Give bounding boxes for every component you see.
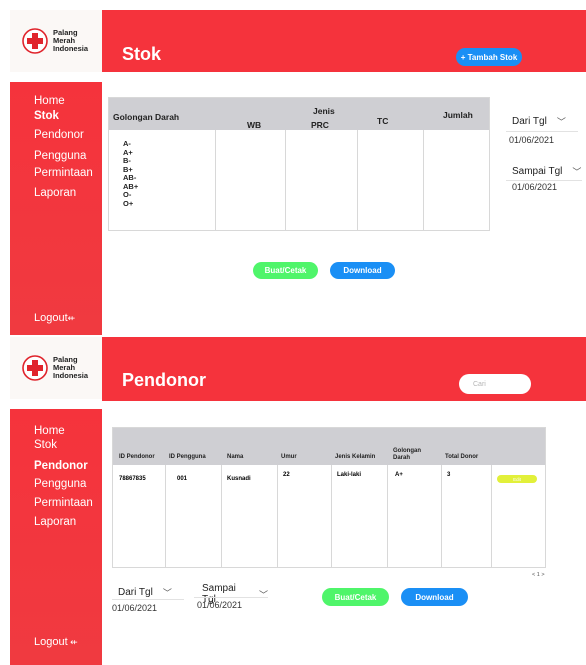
chevron-down-icon: ﹀ xyxy=(556,117,566,127)
nav-laporan[interactable]: Laporan xyxy=(34,186,76,200)
search-placeholder: Cari xyxy=(473,380,486,388)
divider xyxy=(506,131,578,132)
red-cross-logo-icon xyxy=(22,28,48,54)
col-jenis-kelamin: Jenis Kelamin xyxy=(335,454,376,460)
col-divider xyxy=(357,130,358,231)
col-id-pendonor: ID Pendonor xyxy=(119,454,155,460)
edit-button[interactable]: Edit xyxy=(497,475,537,483)
nav-pendonor[interactable]: Pendonor xyxy=(34,128,84,142)
col-jenis: Jenis xyxy=(313,106,335,116)
search-input[interactable]: Cari xyxy=(459,374,531,394)
sampai-tgl-select[interactable]: Sampai Tgl ﹀ xyxy=(512,165,582,178)
page-title: Stok xyxy=(122,44,162,64)
col-prc: PRC xyxy=(311,120,329,130)
pendonor-table-header: ID Pendonor ID Pengguna Nama Umur Jenis … xyxy=(113,428,545,465)
chevron-down-icon: ﹀ xyxy=(572,167,582,177)
dari-tgl-value: 01/06/2021 xyxy=(112,603,158,613)
blood-type: O+ xyxy=(123,198,134,208)
col-wb: WB xyxy=(247,120,262,130)
divider xyxy=(506,180,582,181)
divider xyxy=(112,599,184,600)
pagination[interactable]: < 1 > xyxy=(532,572,545,578)
cell-jenis-kelamin: Laki-laki xyxy=(337,472,362,478)
logo: Palang Merah Indonesia xyxy=(10,10,102,72)
sidebar: Home Stok Pendonor Pengguna Permintaan L… xyxy=(10,409,102,665)
logo-text: Palang Merah Indonesia xyxy=(53,28,89,53)
col-golongan-darah: Golongan Darah xyxy=(113,112,180,122)
logo: Palang Merah Indonesia xyxy=(10,337,102,399)
nav-home[interactable]: Home xyxy=(34,94,65,108)
download-button[interactable]: Download xyxy=(401,588,468,606)
stok-screen: Palang Merah Indonesia Stok + Tambah Sto… xyxy=(0,0,586,335)
blood-type-list: A- A+ B- B+ AB- AB+ O- O+ xyxy=(123,139,138,208)
nav-pengguna[interactable]: Pengguna xyxy=(34,477,86,491)
nav-pendonor[interactable]: Pendonor xyxy=(34,459,88,473)
cell-nama: Kusnadi xyxy=(227,476,251,482)
sampai-tgl-value: 01/06/2021 xyxy=(512,182,558,192)
divider xyxy=(194,597,268,598)
download-button[interactable]: Download xyxy=(330,262,395,279)
nav-stok[interactable]: Stok xyxy=(34,438,57,452)
logout-icon: ⇷ xyxy=(67,637,78,647)
col-total-donor: Total Donor xyxy=(445,454,479,460)
nav-permintaan[interactable]: Permintaan xyxy=(34,496,93,510)
cell-id-pengguna: 001 xyxy=(177,476,188,482)
page-title: Pendonor xyxy=(122,370,206,390)
col-divider xyxy=(215,130,216,231)
col-divider xyxy=(285,130,286,231)
add-stock-button[interactable]: + Tambah Stok xyxy=(456,48,522,66)
chevron-down-icon: ﹀ xyxy=(258,589,268,600)
sampai-tgl-value: 01/06/2021 xyxy=(197,600,243,610)
col-golongan-darah: Golongan Darah xyxy=(393,448,421,461)
chevron-down-icon: ﹀ xyxy=(162,588,172,598)
nav-stok[interactable]: Stok xyxy=(34,109,59,123)
page: Palang Merah Indonesia Stok + Tambah Sto… xyxy=(0,0,586,665)
col-nama: Nama xyxy=(227,454,244,460)
cell-umur: 22 xyxy=(283,472,290,478)
nav-permintaan[interactable]: Permintaan xyxy=(34,166,93,180)
col-umur: Umur xyxy=(281,454,297,460)
cell-id-pendonor: 78867835 xyxy=(119,476,146,482)
col-id-pengguna: ID Pengguna xyxy=(169,454,206,460)
col-divider xyxy=(423,130,424,231)
logout-icon: ⇷ xyxy=(67,313,76,323)
table-row[interactable]: 78867835 001 Kusnadi 22 Laki-laki A+ 3 E… xyxy=(113,465,545,495)
nav-pengguna[interactable]: Pengguna xyxy=(34,149,86,163)
edit-label: Edit xyxy=(513,476,521,482)
col-jumlah: Jumlah xyxy=(443,110,473,120)
buat-cetak-button[interactable]: Buat/Cetak xyxy=(253,262,318,279)
pendonor-screen: Palang Merah Indonesia Pendonor Cari Hom… xyxy=(0,335,586,665)
col-tc: TC xyxy=(377,116,389,126)
logo-text: Palang Merah Indonesia xyxy=(53,355,89,380)
cell-total-donor: 3 xyxy=(447,472,451,478)
buat-cetak-button[interactable]: Buat/Cetak xyxy=(322,588,389,606)
dari-tgl-select[interactable]: Dari Tgl ﹀ xyxy=(118,586,184,599)
logout-button[interactable]: Logout ⇷ xyxy=(34,636,78,648)
red-cross-logo-icon xyxy=(22,355,48,381)
sidebar: Home Stok Pendonor Pengguna Permintaan L… xyxy=(10,82,102,335)
nav-home[interactable]: Home xyxy=(34,424,65,438)
dari-tgl-select[interactable]: Dari Tgl ﹀ xyxy=(512,115,578,128)
stock-table-header: Golongan Darah Jenis WB PRC TC Jumlah xyxy=(109,98,489,130)
page-header: Pendonor Cari xyxy=(102,337,586,401)
page-header: Stok + Tambah Stok xyxy=(102,10,586,72)
cell-golongan: A+ xyxy=(395,472,403,478)
stock-table: Golongan Darah Jenis WB PRC TC Jumlah A-… xyxy=(108,97,490,231)
logout-button[interactable]: Logout⇷ xyxy=(34,312,75,324)
nav-laporan[interactable]: Laporan xyxy=(34,515,76,529)
pendonor-table: ID Pendonor ID Pengguna Nama Umur Jenis … xyxy=(112,427,546,568)
dari-tgl-value: 01/06/2021 xyxy=(509,135,555,145)
